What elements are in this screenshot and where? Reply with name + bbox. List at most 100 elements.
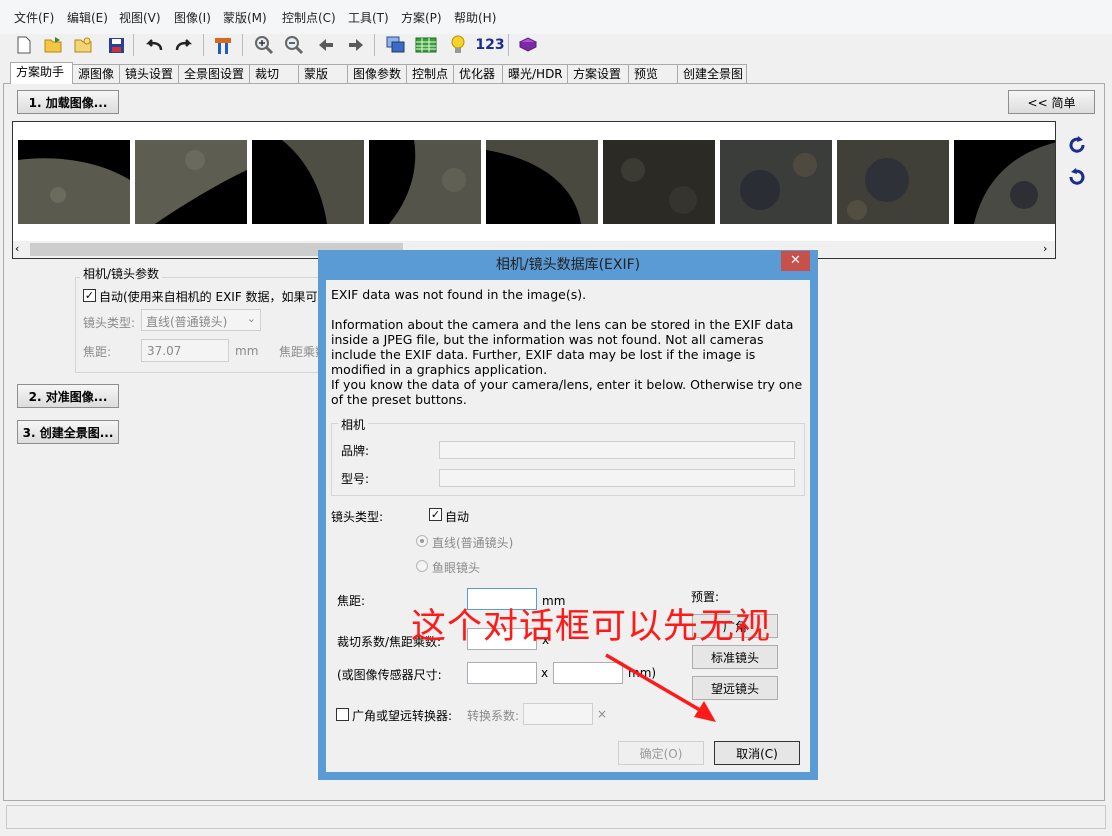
cancel-button[interactable]: 取消(C) xyxy=(714,741,800,765)
open-folder-icon[interactable] xyxy=(42,34,66,56)
focal-length-input[interactable]: 37.07 xyxy=(141,339,229,362)
tab-mask[interactable]: 蒙版 xyxy=(298,64,348,83)
fisheye-radio[interactable] xyxy=(416,560,428,572)
tab-panorama-settings[interactable]: 全景图设置 xyxy=(178,64,250,83)
thumbnail-image[interactable] xyxy=(486,140,598,224)
align-images-button[interactable]: 2. 对准图像... xyxy=(17,384,119,408)
menu-control-points[interactable]: 控制点(C) xyxy=(282,9,336,26)
chevron-down-icon: ⌄ xyxy=(246,312,256,325)
converter-checkbox[interactable] xyxy=(336,708,349,721)
dialog-message-instructions: If you know the data of your camera/lens… xyxy=(331,377,803,407)
converter-label: 广角或望远转换器: xyxy=(352,709,453,723)
sensor-x-label: x xyxy=(541,666,549,680)
tab-create-panorama[interactable]: 创建全景图 xyxy=(677,64,747,83)
tab-crop[interactable]: 裁切 xyxy=(249,64,299,83)
toolbar-separator xyxy=(374,34,375,56)
menu-edit[interactable]: 编辑(E) xyxy=(67,9,108,26)
model-field[interactable] xyxy=(439,469,795,487)
menu-view[interactable]: 视图(V) xyxy=(119,9,161,26)
auto-lens-checkbox[interactable]: ✓ xyxy=(429,508,442,521)
zoom-in-icon[interactable] xyxy=(252,34,276,56)
lightbulb-icon[interactable] xyxy=(446,34,470,56)
thumbnail-image[interactable] xyxy=(135,140,247,224)
image-thumbnail-strip xyxy=(12,121,1056,259)
ok-button[interactable]: 确定(O) xyxy=(618,741,704,765)
menu-file[interactable]: 文件(F) xyxy=(14,9,54,26)
book-icon[interactable] xyxy=(516,34,540,56)
menu-tools[interactable]: 工具(T) xyxy=(348,9,389,26)
auto-exif-checkbox[interactable]: ✓ xyxy=(83,289,96,302)
camera-lens-group-title: 相机/镜头参数 xyxy=(80,265,163,282)
preview-window-icon[interactable] xyxy=(384,34,408,56)
sensor-size-label: (或图像传感器尺寸: xyxy=(337,668,442,682)
brand-label: 品牌: xyxy=(341,444,370,458)
tab-image-parameters[interactable]: 图像参数 xyxy=(347,64,407,83)
toolbar-separator xyxy=(242,34,243,56)
focal-length-label: 焦距: xyxy=(83,345,112,359)
thumbnail-image[interactable] xyxy=(954,140,1056,224)
tab-exposure-hdr[interactable]: 曝光/HDR xyxy=(502,64,568,83)
table-icon[interactable] xyxy=(414,34,438,56)
dialog-message-info: Information about the camera and the len… xyxy=(331,317,794,377)
rotate-clockwise-icon[interactable] xyxy=(1066,166,1088,191)
menu-project[interactable]: 方案(P) xyxy=(401,9,442,26)
status-bar xyxy=(6,805,1106,829)
simple-mode-button[interactable]: << 简单 xyxy=(1008,90,1095,114)
zoom-out-icon[interactable] xyxy=(282,34,306,56)
auto-exif-label: 自动(使用来自相机的 EXIF 数据，如果可用 xyxy=(99,290,319,304)
lens-type-label: 镜头类型: xyxy=(83,316,136,330)
create-panorama-button[interactable]: 3. 创建全景图... xyxy=(17,420,119,444)
tab-source-images[interactable]: 源图像 xyxy=(72,64,120,83)
thumbnail-image[interactable] xyxy=(369,140,481,224)
next-arrow-icon[interactable] xyxy=(344,34,368,56)
fisheye-label: 鱼眼镜头 xyxy=(432,561,481,575)
focal-unit-label: mm xyxy=(235,344,259,358)
toolbar-separator xyxy=(203,34,204,56)
brand-field[interactable] xyxy=(439,441,795,459)
tools-icon[interactable] xyxy=(212,34,236,56)
thumbnail-image[interactable] xyxy=(252,140,364,224)
sensor-width-input[interactable] xyxy=(467,662,537,684)
rectilinear-radio[interactable] xyxy=(416,535,428,547)
previous-arrow-icon[interactable] xyxy=(314,34,338,56)
focal-length-label: 焦距: xyxy=(337,594,366,608)
tab-assistant[interactable]: 方案助手 xyxy=(10,62,73,84)
annotation-arrow-icon xyxy=(605,653,716,722)
scroll-right-icon[interactable]: › xyxy=(1043,242,1047,255)
load-images-button[interactable]: 1. 加载图像... xyxy=(17,90,119,114)
tab-preview[interactable]: 预览 xyxy=(628,64,678,83)
model-label: 型号: xyxy=(341,472,370,486)
tab-lens-settings[interactable]: 镜头设置 xyxy=(119,64,179,83)
scroll-left-icon[interactable]: ‹ xyxy=(15,242,19,255)
close-icon[interactable]: ✕ xyxy=(781,251,810,271)
conversion-factor-input[interactable] xyxy=(523,703,593,725)
crop-factor-label: 焦距乘数 xyxy=(279,345,319,359)
redo-icon[interactable] xyxy=(172,34,196,56)
camera-group-title: 相机 xyxy=(338,416,369,433)
toolbar-separator xyxy=(508,34,509,56)
tab-control-points[interactable]: 控制点 xyxy=(406,64,454,83)
auto-lens-label: 自动 xyxy=(445,510,470,524)
lens-type-select[interactable]: 直线(普通镜头) ⌄ xyxy=(141,309,261,331)
annotation-text: 这个对话框可以先无视 xyxy=(411,607,772,647)
menu-mask[interactable]: 蒙版(M) xyxy=(223,9,267,26)
menu-image[interactable]: 图像(I) xyxy=(174,9,211,26)
menu-bar: 文件(F) 编辑(E) 视图(V) 图像(I) 蒙版(M) 控制点(C) 工具(… xyxy=(0,0,1112,34)
thumbnail-image[interactable] xyxy=(18,140,130,224)
thumbnail-image[interactable] xyxy=(720,140,832,224)
thumbnail-image[interactable] xyxy=(603,140,715,224)
dialog-message-not-found: EXIF data was not found in the image(s). xyxy=(331,287,587,302)
save-icon[interactable] xyxy=(104,34,128,56)
dialog-title: 相机/镜头数据库(EXIF) xyxy=(495,257,641,273)
numbers-icon[interactable]: 123 xyxy=(475,34,504,56)
thumbnail-image[interactable] xyxy=(837,140,949,224)
open-recent-icon[interactable] xyxy=(72,34,96,56)
tab-optimizer[interactable]: 优化器 xyxy=(453,64,503,83)
rectilinear-label: 直线(普通镜头) xyxy=(432,536,514,550)
rotate-counterclockwise-icon[interactable] xyxy=(1066,134,1088,159)
undo-icon[interactable] xyxy=(142,34,166,56)
conversion-factor-label: 转换系数: xyxy=(467,709,520,723)
tab-project-settings[interactable]: 方案设置 xyxy=(567,64,629,83)
new-document-icon[interactable] xyxy=(12,34,36,56)
menu-help[interactable]: 帮助(H) xyxy=(454,9,496,26)
